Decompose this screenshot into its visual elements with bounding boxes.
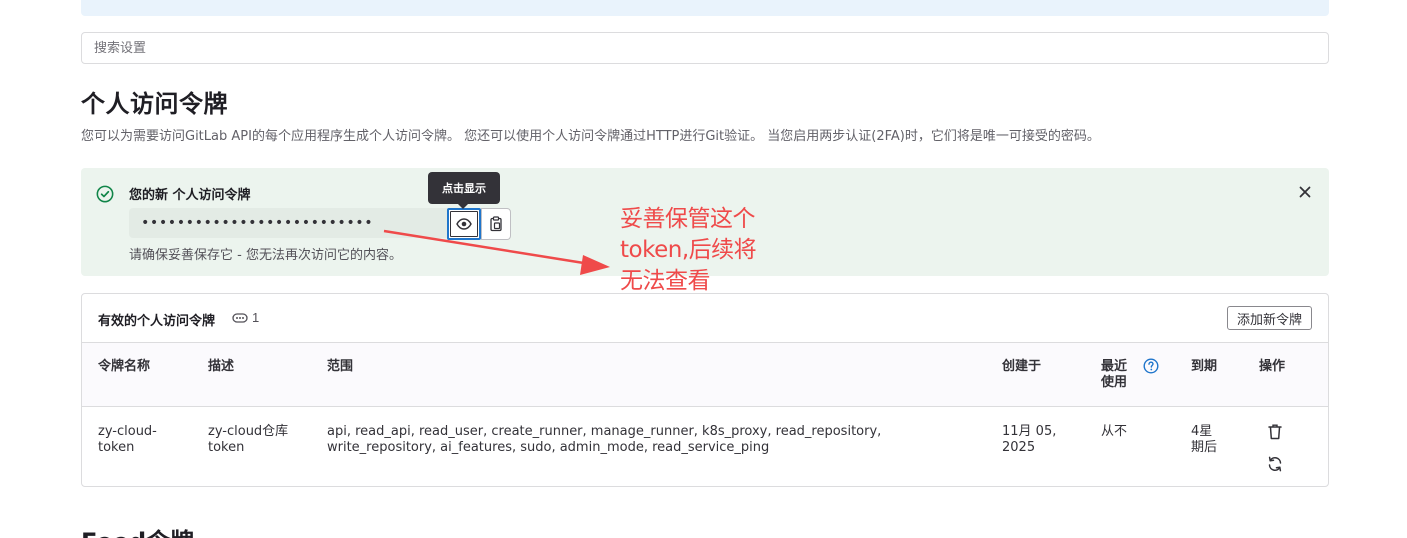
column-header-name[interactable]: 令牌名称 <box>98 359 150 375</box>
column-header-scopes[interactable]: 范围 <box>327 359 353 375</box>
add-new-token-button[interactable]: 添加新令牌 <box>1226 306 1312 330</box>
token-count-badge: 1 <box>232 310 259 325</box>
token-scopes: api, read_api, read_user, create_runner,… <box>327 424 881 456</box>
clipboard-icon <box>490 216 502 232</box>
last-used-line: 使用 <box>1101 375 1128 390</box>
token-created: 11月 05, 2025 <box>1002 424 1056 456</box>
annotation-line: token,后续将 <box>620 237 757 263</box>
token-description-line: zy-cloud仓库 <box>208 424 289 439</box>
feed-token-title: Feed令牌 <box>81 522 194 538</box>
token-icon <box>232 312 248 323</box>
info-banner <box>81 0 1329 16</box>
column-header-expires[interactable]: 到期 <box>1191 359 1217 375</box>
page-description: 您可以为需要访问GitLab API的每个应用程序生成个人访问令牌。 您还可以使… <box>81 129 1100 144</box>
check-circle-icon <box>96 185 114 203</box>
token-name-line: token <box>98 440 135 455</box>
card-header: 有效的个人访问令牌 1 添加新令牌 <box>82 294 1328 343</box>
token-scopes-line: api, read_api, read_user, create_runner,… <box>327 424 882 439</box>
reveal-token-button[interactable] <box>447 208 481 240</box>
eye-icon <box>456 218 472 230</box>
copy-token-button[interactable] <box>481 208 511 240</box>
token-scopes-line: write_repository, ai_features, sudo, adm… <box>327 440 770 455</box>
token-value-field[interactable]: •••••••••••••••••••••••••• <box>129 208 447 238</box>
token-description-line: token <box>208 440 245 455</box>
token-last-used: 从不 <box>1101 424 1128 439</box>
alert-title: 您的新 个人访问令牌 <box>129 188 251 203</box>
settings-search-input[interactable] <box>82 33 1328 63</box>
column-header-last-used[interactable]: 最近 使用 <box>1101 359 1127 391</box>
close-icon[interactable] <box>1297 184 1313 200</box>
last-used-line: 最近 <box>1101 359 1128 374</box>
token-expires-line: 期后 <box>1191 440 1218 455</box>
reveal-tooltip: 点击显示 <box>428 172 500 209</box>
active-tokens-card: 有效的个人访问令牌 1 添加新令牌 令牌名称 描述 范围 创建于 最近 使用 到… <box>81 293 1329 487</box>
token-expires-line: 4星 <box>1191 424 1213 439</box>
column-header-actions: 操作 <box>1259 359 1286 374</box>
token-expires: 4星 期后 <box>1191 424 1217 456</box>
trash-icon[interactable] <box>1267 423 1283 441</box>
token-name-line: zy-cloud- <box>98 424 157 439</box>
table-row: zy-cloud- token zy-cloud仓库 token api, re… <box>82 407 1328 487</box>
token-created-line: 11月 05, <box>1002 424 1057 439</box>
card-title: 有效的个人访问令牌 <box>98 314 216 329</box>
question-circle-icon[interactable] <box>1143 358 1159 374</box>
alert-note: 请确保妥善保存它 - 您无法再次访问它的内容。 <box>129 248 402 263</box>
annotation-note: 妥善保管这个 token,后续将 无法查看 <box>620 204 780 297</box>
token-description: zy-cloud仓库 token <box>208 424 288 456</box>
token-created-line: 2025 <box>1002 440 1036 455</box>
token-count: 1 <box>252 310 260 325</box>
page-title: 个人访问令牌 <box>81 90 228 118</box>
annotation-line: 妥善保管这个 <box>620 206 756 232</box>
settings-search-box[interactable] <box>81 32 1329 64</box>
column-header-created[interactable]: 创建于 <box>1002 359 1041 375</box>
tokens-table-header: 令牌名称 描述 范围 创建于 最近 使用 到期 操作 <box>82 343 1328 407</box>
rotate-icon[interactable] <box>1267 455 1283 473</box>
column-header-description[interactable]: 描述 <box>208 359 234 375</box>
token-name: zy-cloud- token <box>98 424 157 456</box>
